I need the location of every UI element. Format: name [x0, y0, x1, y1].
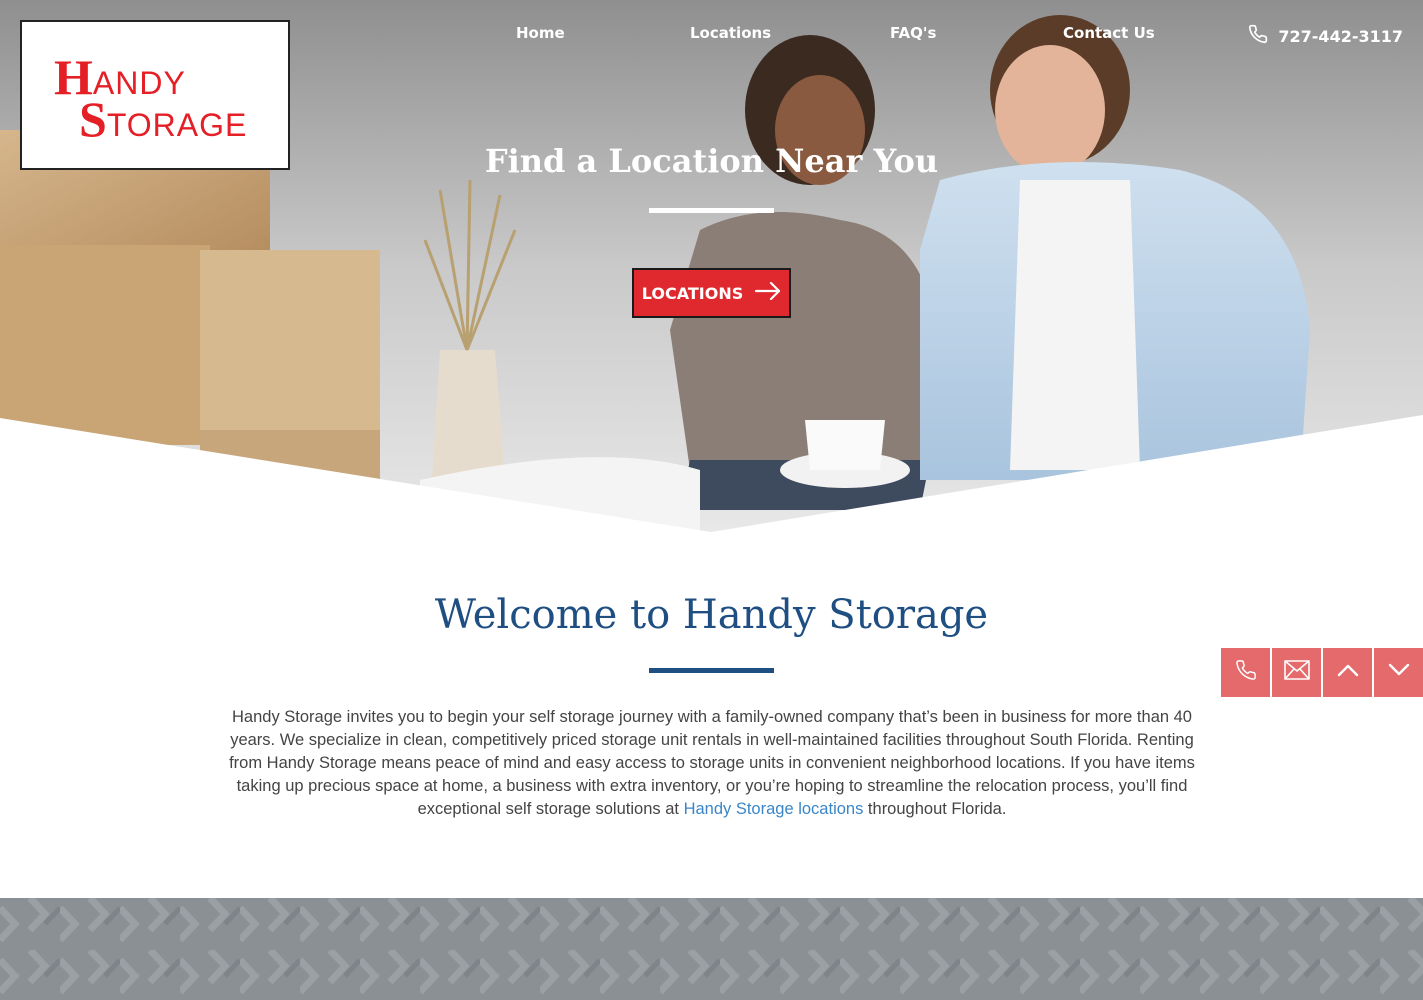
email-button[interactable]: [1272, 648, 1321, 697]
pattern-background: [0, 898, 1423, 1000]
arrow-right-icon: [755, 281, 781, 304]
pattern-band: [0, 898, 1423, 1000]
mail-icon: [1283, 660, 1310, 685]
welcome-divider: [649, 668, 774, 673]
welcome-title: Welcome to Handy Storage: [434, 592, 989, 638]
logo-initial-s: S: [79, 91, 107, 147]
nav-item-contact-us[interactable]: Contact Us: [1063, 24, 1155, 42]
welcome-body-text-end: throughout Florida.: [863, 800, 1007, 818]
main-nav: Home Locations FAQ's Contact Us 727-442-…: [0, 24, 1423, 48]
header-phone-number: 727-442-3117: [1278, 26, 1403, 46]
hero-title: Find a Location Near You: [484, 142, 939, 180]
hero-divider: [649, 208, 774, 213]
phone-icon: [1235, 659, 1257, 686]
hero-section: HANDY STORAGE Home Locations FAQ's Conta…: [0, 0, 1423, 532]
nav-item-locations[interactable]: Locations: [690, 24, 771, 42]
chevron-up-icon: [1337, 663, 1359, 682]
welcome-paragraph: Handy Storage invites you to begin your …: [212, 706, 1212, 821]
header-phone-link[interactable]: 727-442-3117: [1248, 24, 1403, 48]
call-button[interactable]: [1221, 648, 1270, 697]
scroll-up-button[interactable]: [1323, 648, 1372, 697]
logo-text-torage: TORAGE: [106, 107, 248, 143]
scroll-down-button[interactable]: [1374, 648, 1423, 697]
nav-item-home[interactable]: Home: [516, 24, 565, 42]
phone-icon: [1248, 24, 1268, 48]
floating-actions: [1221, 648, 1423, 697]
locations-button-label: LOCATIONS: [641, 283, 744, 303]
locations-inline-link[interactable]: Handy Storage locations: [684, 800, 864, 818]
nav-item-faqs[interactable]: FAQ's: [890, 24, 936, 42]
chevron-down-icon: [1388, 663, 1410, 682]
locations-button[interactable]: LOCATIONS: [632, 268, 791, 318]
